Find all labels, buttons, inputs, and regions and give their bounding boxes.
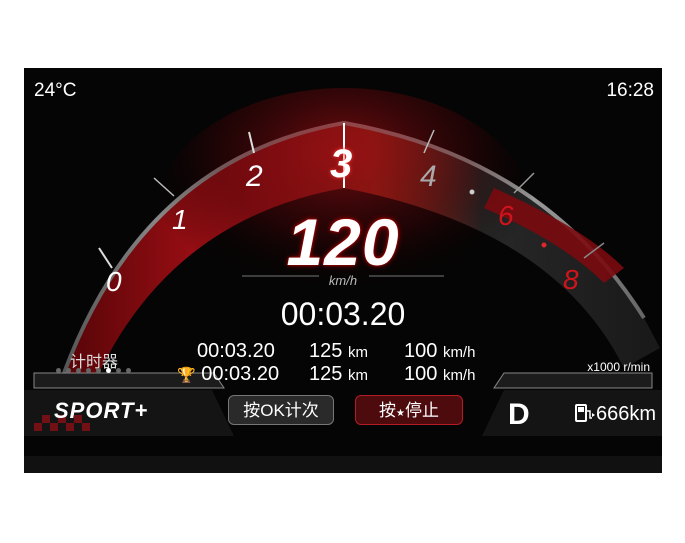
page-indicator — [56, 368, 131, 373]
lap-speed-unit: km/h — [442, 367, 476, 384]
best-lap-time: 00:03.20 — [201, 363, 280, 385]
gear-indicator: D — [508, 398, 530, 431]
speed-unit: km/h — [328, 273, 358, 288]
timer-main: 00:03.20 — [280, 296, 406, 332]
page-dot — [86, 368, 91, 373]
lap-speed: 100 — [404, 340, 438, 362]
star-icon: ★ — [396, 408, 405, 419]
lap-distance-1: 125 km — [309, 340, 368, 363]
lap-distance: 125 — [309, 363, 343, 385]
page-dot — [96, 368, 101, 373]
page-dot — [56, 368, 61, 373]
instrument-cluster: 0 1 2 3 4 6 8 24°C 16:28 120 km/h 00:03.… — [24, 68, 662, 473]
lap-speed-1: 100 km/h — [404, 340, 475, 363]
drive-mode-label: SPORT+ — [54, 398, 149, 423]
outside-temperature: 24°C — [34, 80, 77, 101]
lap-distance-2: 125 km — [309, 363, 368, 386]
lap-distance: 125 — [309, 340, 343, 362]
tick-4: 4 — [420, 160, 437, 193]
page-dot — [126, 368, 131, 373]
lap-speed-unit: km/h — [442, 344, 476, 361]
stop-button-suffix: 停止 — [404, 401, 439, 420]
lap-count-button[interactable]: 按OK计次 — [228, 395, 334, 425]
page-dot — [106, 368, 111, 373]
page-dot — [116, 368, 121, 373]
lap-row-2: 🏆 00:03.20 — [177, 363, 279, 386]
lap-distance-unit: km — [347, 367, 368, 384]
page-dot — [66, 368, 71, 373]
fuel-pump-icon — [574, 403, 596, 429]
speed-readout: 120 — [286, 205, 400, 279]
lap-row-1: 00:03.20 — [197, 340, 275, 363]
clock: 16:28 — [606, 80, 654, 101]
trophy-icon: 🏆 — [177, 367, 196, 384]
tick-2: 2 — [246, 160, 263, 193]
lap-speed-2: 100 km/h — [404, 363, 475, 386]
stop-button-prefix: 按 — [379, 401, 397, 420]
lap-speed: 100 — [404, 363, 438, 385]
rpm-unit: x1000 r/min — [587, 360, 650, 374]
fuel-range: 666km — [574, 403, 656, 429]
lap-distance-unit: km — [347, 344, 368, 361]
fuel-range-value: 666km — [595, 403, 656, 425]
lap-count-button-label: 按OK计次 — [243, 401, 319, 420]
stop-timer-button[interactable]: 按★停止 — [355, 395, 463, 425]
page-dot — [76, 368, 81, 373]
tick-3: 3 — [330, 142, 353, 186]
lap-time: 00:03.20 — [197, 340, 275, 362]
